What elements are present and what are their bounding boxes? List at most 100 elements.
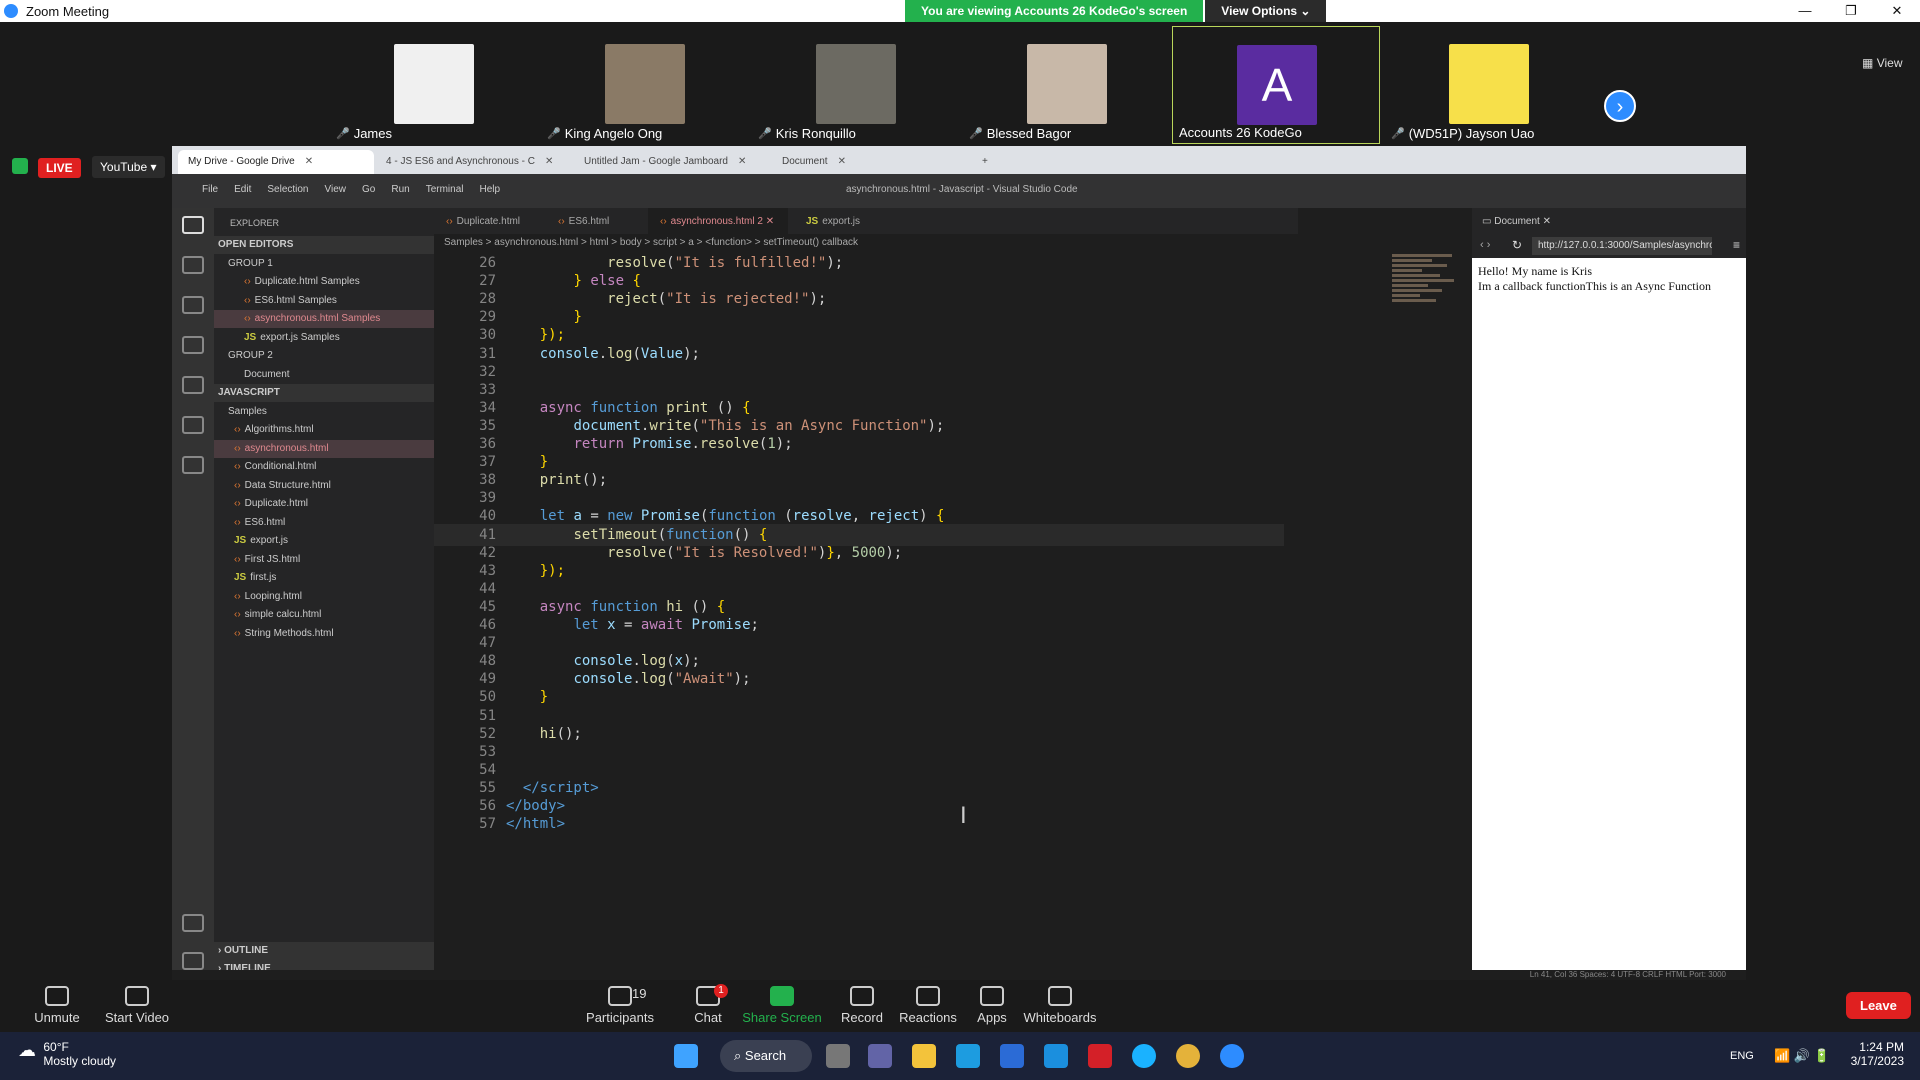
- explorer-item[interactable]: JS export.js: [214, 532, 434, 550]
- explorer-item[interactable]: ‹› asynchronous.html Samples: [214, 310, 434, 328]
- explorer-item[interactable]: ‹› String Methods.html: [214, 625, 434, 643]
- files-icon[interactable]: [182, 216, 204, 234]
- explorer-item[interactable]: JS export.js Samples: [214, 329, 434, 347]
- weather-widget[interactable]: ☁ 60°F Mostly cloudy: [18, 1040, 116, 1068]
- github-icon[interactable]: [182, 456, 204, 474]
- explorer-item[interactable]: ‹› Algorithms.html: [214, 421, 434, 439]
- explorer-item[interactable]: ‹› Conditional.html: [214, 458, 434, 476]
- explorer-item[interactable]: ‹› Duplicate.html Samples: [214, 273, 434, 291]
- explorer-item[interactable]: JAVASCRIPT: [214, 384, 434, 402]
- editor-tab-active[interactable]: ‹› asynchronous.html 2 ✕: [648, 208, 788, 234]
- next-page-button[interactable]: ›: [1604, 90, 1636, 122]
- explorer-item[interactable]: ‹› Data Structure.html: [214, 477, 434, 495]
- view-button[interactable]: ▦ View: [1862, 56, 1902, 70]
- youtube-stream-button[interactable]: YouTube ▾: [92, 156, 165, 178]
- mcafee-icon[interactable]: [1088, 1044, 1112, 1068]
- new-tab-button[interactable]: +: [972, 150, 1002, 174]
- participants-button[interactable]: Participants 19: [580, 986, 660, 1025]
- live-badge[interactable]: LIVE: [38, 158, 81, 178]
- start-video-button[interactable]: Start Video: [102, 986, 172, 1025]
- edge-icon[interactable]: [956, 1044, 980, 1068]
- zoom-icon[interactable]: [1220, 1044, 1244, 1068]
- account-icon[interactable]: [182, 914, 204, 932]
- menu-item[interactable]: Help: [480, 184, 501, 195]
- explorer-item[interactable]: ‹› Duplicate.html: [214, 495, 434, 513]
- participant-tile[interactable]: 🎤 King Angelo Ong: [541, 26, 749, 144]
- close-icon[interactable]: ✕: [1874, 0, 1920, 22]
- back-icon[interactable]: ‹ ›: [1480, 239, 1490, 251]
- explorer-item[interactable]: Document: [214, 366, 434, 384]
- search-icon[interactable]: [182, 256, 204, 274]
- menu-item[interactable]: Edit: [234, 184, 251, 195]
- menu-item[interactable]: Run: [391, 184, 409, 195]
- language-indicator[interactable]: ENG: [1730, 1050, 1754, 1062]
- browser-tab[interactable]: 4 - JS ES6 and Asynchronous - C ✕: [376, 150, 572, 174]
- editor-tab[interactable]: JS export.js: [794, 208, 884, 234]
- explorer-item[interactable]: ‹› First JS.html: [214, 551, 434, 569]
- browser-tab[interactable]: Untitled Jam - Google Jamboard ✕: [574, 150, 770, 174]
- menu-item[interactable]: Terminal: [426, 184, 464, 195]
- breadcrumb[interactable]: Samples > asynchronous.html > html > bod…: [434, 234, 1298, 252]
- record-icon: [850, 986, 874, 1006]
- menu-icon[interactable]: ≡: [1733, 238, 1740, 252]
- editor-tab[interactable]: ‹› ES6.html: [546, 208, 636, 234]
- cortana-icon[interactable]: [1132, 1044, 1156, 1068]
- menu-item[interactable]: Go: [362, 184, 375, 195]
- maximize-icon[interactable]: ❐: [1828, 0, 1874, 22]
- participant-tile[interactable]: 🎤 Blessed Bagor: [963, 26, 1171, 144]
- avatar: A: [1237, 45, 1317, 125]
- whiteboards-button[interactable]: Whiteboards: [1020, 986, 1100, 1025]
- explorer-item[interactable]: ‹› ES6.html Samples: [214, 292, 434, 310]
- code-editor[interactable]: 26 resolve("It is fulfilled!"); 27 } else…: [434, 252, 1298, 970]
- menu-item[interactable]: File: [202, 184, 218, 195]
- html-file-icon: ‹›: [234, 479, 241, 491]
- explorer-item[interactable]: GROUP 2: [214, 347, 434, 365]
- share-screen-button[interactable]: Share Screen: [742, 986, 822, 1025]
- search-button[interactable]: ⌕ Search: [720, 1040, 812, 1072]
- minimap[interactable]: [1392, 252, 1462, 392]
- run-debug-icon[interactable]: [182, 336, 204, 354]
- system-tray-icons[interactable]: 📶 🔊 🔋: [1774, 1048, 1830, 1064]
- gear-icon[interactable]: [182, 952, 204, 970]
- browser-tab[interactable]: Document ✕: [772, 150, 968, 174]
- menu-item[interactable]: Selection: [267, 184, 308, 195]
- participant-tile[interactable]: 🎤 Kris Ronquillo: [752, 26, 960, 144]
- clock[interactable]: 1:24 PM 3/17/2023: [1851, 1040, 1904, 1068]
- extensions-icon[interactable]: [182, 376, 204, 394]
- explorer-item[interactable]: OPEN EDITORS: [214, 236, 434, 254]
- view-options-button[interactable]: View Options ⌄: [1205, 0, 1327, 22]
- participant-tile-active[interactable]: A Accounts 26 KodeGo: [1172, 26, 1380, 144]
- browser-tab[interactable]: My Drive - Google Drive ✕: [178, 150, 374, 174]
- explorer-item[interactable]: ‹› ES6.html: [214, 514, 434, 532]
- explorer-item[interactable]: ‹› Looping.html: [214, 588, 434, 606]
- store-icon[interactable]: [1000, 1044, 1024, 1068]
- app-l-icon[interactable]: [1044, 1044, 1068, 1068]
- chrome-icon[interactable]: [1176, 1044, 1200, 1068]
- unmute-button[interactable]: Unmute: [22, 986, 92, 1025]
- js-file-icon: JS: [244, 331, 257, 343]
- participant-tile[interactable]: 🎤 (WD51P) Jayson Uao: [1385, 26, 1593, 144]
- preview-tab[interactable]: ▭ Document ✕: [1472, 208, 1746, 234]
- explorer-item[interactable]: JS first.js: [214, 569, 434, 587]
- window-title: asynchronous.html - Javascript - Visual …: [846, 184, 1078, 195]
- explorer-item[interactable]: GROUP 1: [214, 255, 434, 273]
- preview-url-input[interactable]: http://127.0.0.1:3000/Samples/asynchrono…: [1532, 237, 1712, 255]
- minimize-icon[interactable]: —: [1782, 0, 1828, 22]
- explorer-item[interactable]: Samples: [214, 403, 434, 421]
- leave-button[interactable]: Leave: [1846, 992, 1911, 1019]
- participant-tile[interactable]: 🎤 James: [330, 26, 538, 144]
- reload-icon[interactable]: ↻: [1512, 238, 1522, 252]
- code-line[interactable]: 57 </html>: [434, 813, 1284, 835]
- explorer-item[interactable]: ‹› simple calcu.html: [214, 606, 434, 624]
- task-view-icon[interactable]: [826, 1044, 850, 1068]
- menu-item[interactable]: View: [325, 184, 347, 195]
- start-icon[interactable]: [674, 1044, 698, 1068]
- chat-button[interactable]: Chat 1: [668, 984, 748, 1025]
- file-explorer-icon[interactable]: [912, 1044, 936, 1068]
- teams-icon[interactable]: [868, 1044, 892, 1068]
- edge-devtools-icon[interactable]: [182, 416, 204, 434]
- source-control-icon[interactable]: [182, 296, 204, 314]
- outline-section[interactable]: › OUTLINE: [214, 942, 434, 960]
- editor-tab[interactable]: ‹› Duplicate.html: [434, 208, 544, 234]
- explorer-item[interactable]: ‹› asynchronous.html: [214, 439, 434, 458]
